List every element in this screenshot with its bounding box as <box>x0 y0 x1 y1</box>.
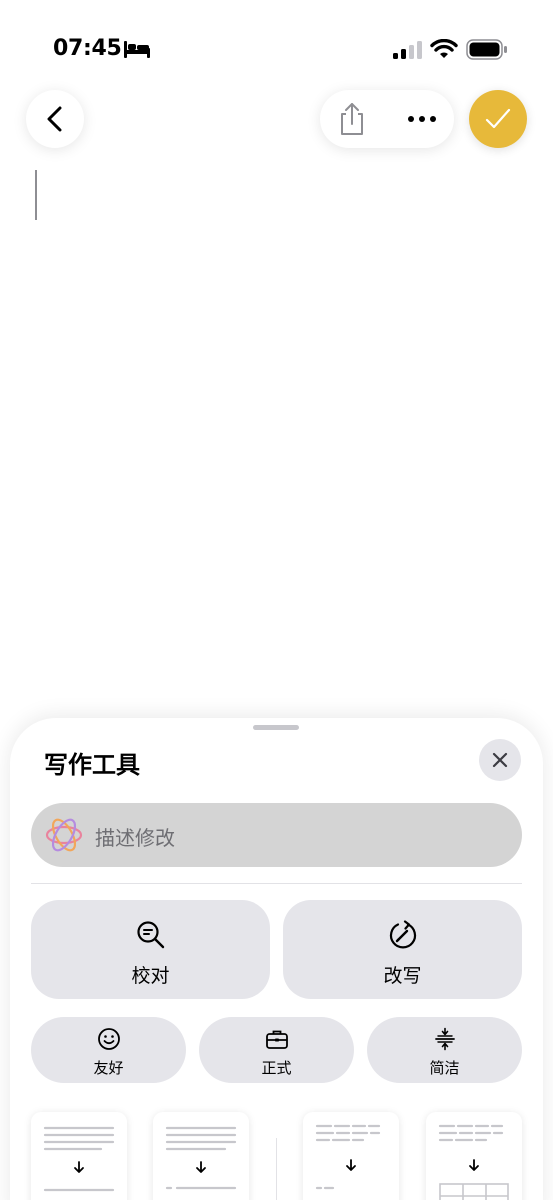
share-icon <box>341 103 363 135</box>
table-thumbnail[interactable] <box>426 1112 522 1200</box>
more-button[interactable] <box>400 98 444 140</box>
table-preview <box>438 1124 509 1200</box>
chevron-left-icon <box>47 106 62 132</box>
wifi-icon <box>430 39 458 58</box>
ellipsis-icon <box>408 116 436 122</box>
thumbnail-separator <box>276 1138 277 1200</box>
down-arrow-icon <box>74 1161 84 1173</box>
done-button[interactable] <box>469 90 527 148</box>
summary-thumbnail[interactable] <box>31 1112 127 1200</box>
smiley-icon <box>97 1028 120 1050</box>
describe-change-placeholder: 描述修改 <box>95 826 175 850</box>
list-thumbnail[interactable] <box>303 1112 399 1200</box>
rewrite-button[interactable]: 改写 <box>283 900 522 999</box>
formal-label: 正式 <box>261 1059 292 1077</box>
divider <box>31 883 522 884</box>
magnifier-text-icon <box>136 921 164 949</box>
proofread-button[interactable]: 校对 <box>31 900 270 999</box>
cellular-signal-icon <box>393 41 422 59</box>
down-arrow-icon <box>346 1159 356 1171</box>
friendly-label: 友好 <box>93 1059 124 1077</box>
status-bar: 07:45 <box>0 0 553 80</box>
action-pill <box>320 90 454 148</box>
apple-intelligence-icon <box>45 818 83 852</box>
text-cursor <box>35 170 37 220</box>
share-button[interactable] <box>332 98 372 140</box>
concise-button[interactable]: 简洁 <box>367 1017 522 1083</box>
down-arrow-icon <box>469 1159 479 1171</box>
checkmark-icon <box>485 108 511 129</box>
summary-preview <box>43 1126 115 1192</box>
battery-icon <box>466 39 507 60</box>
key-points-preview <box>165 1126 237 1190</box>
concise-label: 简洁 <box>429 1059 460 1077</box>
close-button[interactable] <box>479 739 521 781</box>
key-points-thumbnail[interactable] <box>153 1112 249 1200</box>
writing-tools-sheet: 写作工具 描述修改 校对 改写 友好 正式 简洁 <box>10 718 543 1200</box>
friendly-button[interactable]: 友好 <box>31 1017 186 1083</box>
status-time: 07:45 <box>53 36 122 61</box>
rewrite-label: 改写 <box>383 965 422 987</box>
briefcase-icon <box>265 1030 288 1049</box>
describe-change-input[interactable]: 描述修改 <box>31 803 522 867</box>
proofread-label: 校对 <box>131 965 170 987</box>
sheet-title: 写作工具 <box>44 751 140 779</box>
close-icon <box>492 752 508 768</box>
bed-icon <box>124 41 150 58</box>
back-button[interactable] <box>26 90 84 148</box>
sheet-grabber[interactable] <box>253 725 299 730</box>
concise-icon <box>434 1027 455 1051</box>
list-preview <box>315 1124 381 1190</box>
rewrite-icon <box>389 920 416 949</box>
down-arrow-icon <box>196 1161 206 1173</box>
formal-button[interactable]: 正式 <box>199 1017 354 1083</box>
